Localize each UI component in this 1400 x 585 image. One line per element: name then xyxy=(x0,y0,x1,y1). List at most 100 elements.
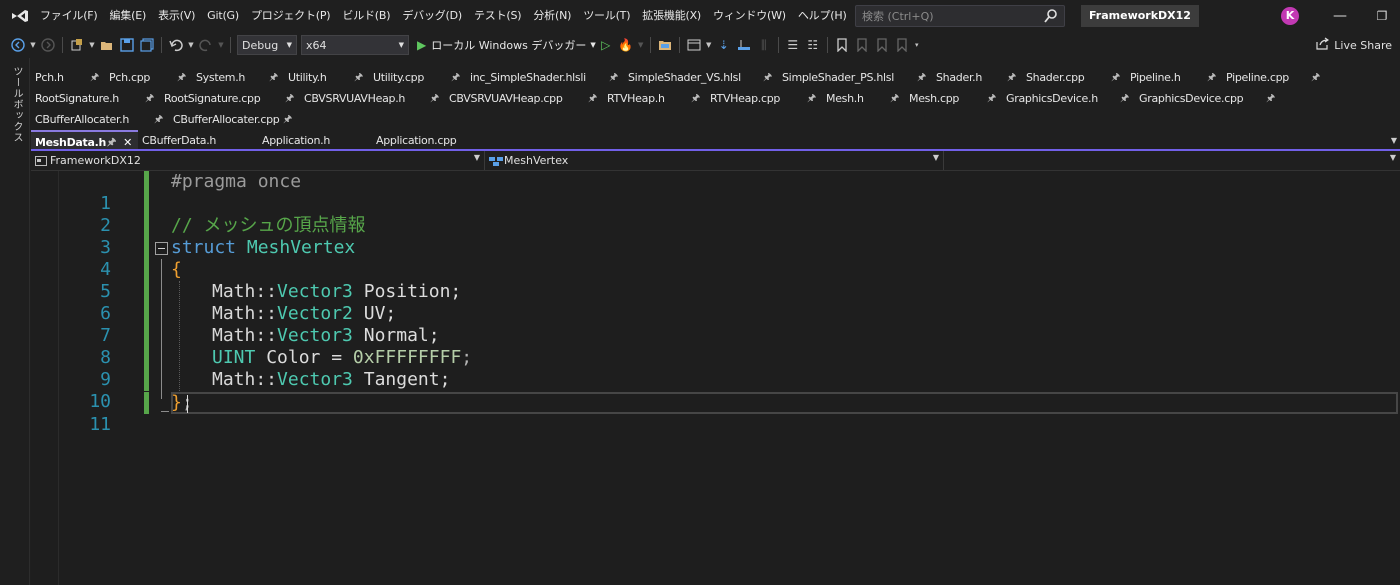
menu-help[interactable]: ヘルプ(H) xyxy=(792,0,853,32)
browse-folder-icon[interactable] xyxy=(656,36,674,54)
pin-icon[interactable]: 🖈 xyxy=(430,88,439,109)
menu-git[interactable]: Git(G) xyxy=(201,0,245,32)
menu-extensions[interactable]: 拡張機能(X) xyxy=(636,0,707,32)
tab-cbufferdata-h[interactable]: CBufferData.h xyxy=(138,130,258,151)
tab-cbufferallocater-h[interactable]: CBufferAllocater.h 🖈 xyxy=(31,109,169,130)
visual-studio-logo-icon[interactable] xyxy=(6,0,34,32)
pin-icon[interactable]: 🖈 xyxy=(177,67,186,88)
navigate-forward-icon[interactable] xyxy=(39,36,57,54)
tab-overflow-dropdown-icon[interactable]: ▼ xyxy=(1391,136,1397,145)
tab-graphicsdevice-cpp[interactable]: GraphicsDevice.cpp 🖈 xyxy=(1135,88,1281,109)
tab-cbvsrvuavheap-cpp[interactable]: CBVSRVUAVHeap.cpp 🖈 xyxy=(445,88,603,109)
pin-icon[interactable]: 🖈 xyxy=(890,88,899,109)
menu-file[interactable]: ファイル(F) xyxy=(34,0,104,32)
menu-build[interactable]: ビルド(B) xyxy=(336,0,396,32)
menu-project[interactable]: プロジェクト(P) xyxy=(245,0,336,32)
comment-lines-icon[interactable]: ☰ xyxy=(784,36,802,54)
tab-inc-simpleshader-hlsli[interactable]: inc_SimpleShader.hlsli 🖈 xyxy=(466,67,624,88)
pin-icon[interactable]: 🖈 xyxy=(917,67,926,88)
step-into-icon[interactable]: ⇣ xyxy=(715,36,733,54)
pin-icon[interactable]: 🖈 xyxy=(1266,88,1275,109)
dropdown-arrow-icon[interactable]: ▼ xyxy=(705,36,713,54)
menu-window[interactable]: ウィンドウ(W) xyxy=(707,0,792,32)
pin-icon[interactable]: 🖈 xyxy=(1207,67,1216,88)
dropdown-arrow-icon[interactable]: ▼ xyxy=(88,36,96,54)
pin-icon[interactable]: 🖈 xyxy=(1111,67,1120,88)
tab-cbvsrvuavheap-h[interactable]: CBVSRVUAVHeap.h 🖈 xyxy=(300,88,445,109)
pin-icon[interactable]: 🖈 xyxy=(987,88,996,109)
format-icon[interactable]: ⫼ xyxy=(755,36,773,54)
tab-cbufferallocater-cpp[interactable]: CBufferAllocater.cpp 🖈 xyxy=(169,109,298,130)
uncomment-lines-icon[interactable]: ☷ xyxy=(804,36,822,54)
tab-simpleshader-vs-hlsl[interactable]: SimpleShader_VS.hlsl 🖈 xyxy=(624,67,778,88)
save-all-icon[interactable] xyxy=(138,36,156,54)
minimize-button[interactable]: — xyxy=(1330,6,1350,26)
window-layout-icon[interactable] xyxy=(685,36,703,54)
solution-platform-select[interactable]: x64 ▼ xyxy=(301,35,409,55)
live-share-button[interactable]: Live Share xyxy=(1316,37,1392,53)
tab-graphicsdevice-h[interactable]: GraphicsDevice.h 🖈 xyxy=(1002,88,1135,109)
account-avatar[interactable]: K xyxy=(1281,7,1299,25)
pin-icon[interactable]: 🖈 xyxy=(807,88,816,109)
pin-icon[interactable]: 🖈 xyxy=(1311,67,1320,88)
dropdown-arrow-icon[interactable]: ▼ xyxy=(29,36,37,54)
search-input[interactable]: 検索 (Ctrl+Q) xyxy=(855,5,1065,27)
tab-pipeline-h[interactable]: Pipeline.h 🖈 xyxy=(1126,67,1222,88)
breakpoint-window-icon[interactable] xyxy=(735,36,753,54)
collapse-region-icon[interactable] xyxy=(155,242,168,255)
menu-test[interactable]: テスト(S) xyxy=(468,0,527,32)
tab-system-h[interactable]: System.h 🖈 xyxy=(192,67,284,88)
menu-edit[interactable]: 編集(E) xyxy=(104,0,153,32)
pin-icon[interactable]: 🖈 xyxy=(609,67,618,88)
clear-bookmarks-icon[interactable] xyxy=(893,36,911,54)
menu-analyze[interactable]: 分析(N) xyxy=(527,0,577,32)
bookmark-icon[interactable] xyxy=(833,36,851,54)
redo-icon[interactable] xyxy=(197,36,215,54)
pin-icon[interactable]: 🖈 xyxy=(145,88,154,109)
tab-pch-h[interactable]: Pch.h 🖈 xyxy=(31,67,105,88)
tab-rtvheap-h[interactable]: RTVHeap.h 🖈 xyxy=(603,88,706,109)
tab-utility-h[interactable]: Utility.h 🖈 xyxy=(284,67,369,88)
hot-reload-icon[interactable]: 🔥 xyxy=(617,36,635,54)
tab-rootsignature-h[interactable]: RootSignature.h 🖈 xyxy=(31,88,160,109)
dropdown-arrow-icon[interactable]: ▼ xyxy=(217,36,225,54)
tab-pipeline-cpp[interactable]: Pipeline.cpp 🖈 xyxy=(1222,67,1326,88)
tab-meshdata-h[interactable]: MeshData.h 🖈 ✕ xyxy=(31,130,138,151)
open-file-icon[interactable] xyxy=(98,36,116,54)
pin-icon[interactable]: 🖈 xyxy=(691,88,700,109)
tab-rtvheap-cpp[interactable]: RTVHeap.cpp 🖈 xyxy=(706,88,822,109)
start-debugging-button[interactable]: ▶ ローカル Windows デバッガー ▼ xyxy=(417,37,596,53)
toolbar-overflow-icon[interactable]: ▾ xyxy=(913,36,921,54)
prev-bookmark-icon[interactable] xyxy=(853,36,871,54)
tab-simpleshader-ps-hlsl[interactable]: SimpleShader_PS.hlsl 🖈 xyxy=(778,67,932,88)
code-editor[interactable]: 1 #pragma once 2 3 // メッシュの頂点情報 4 struct… xyxy=(31,171,1400,585)
navigate-back-icon[interactable] xyxy=(9,36,27,54)
pin-icon[interactable]: 🖈 xyxy=(588,88,597,109)
pin-icon[interactable]: 🖈 xyxy=(451,67,460,88)
tab-application-h[interactable]: Application.h xyxy=(258,130,372,151)
tab-mesh-h[interactable]: Mesh.h 🖈 xyxy=(822,88,905,109)
type-scope-select[interactable]: MeshVertex ▼ xyxy=(485,151,944,170)
pin-icon[interactable]: 🖈 xyxy=(154,109,163,130)
tab-pch-cpp[interactable]: Pch.cpp 🖈 xyxy=(105,67,192,88)
pin-icon[interactable]: 🖈 xyxy=(1120,88,1129,109)
pin-icon[interactable]: 🖈 xyxy=(285,88,294,109)
project-scope-select[interactable]: FrameworkDX12 ▼ xyxy=(31,151,485,170)
undo-icon[interactable] xyxy=(167,36,185,54)
pin-icon[interactable]: 🖈 xyxy=(1007,67,1016,88)
new-project-icon[interactable] xyxy=(68,36,86,54)
pin-icon[interactable]: 🖈 xyxy=(283,109,292,130)
pin-icon[interactable]: 🖈 xyxy=(269,67,278,88)
dropdown-arrow-icon[interactable]: ▼ xyxy=(187,36,195,54)
menu-debug[interactable]: デバッグ(D) xyxy=(396,0,468,32)
pin-icon[interactable]: 🖈 xyxy=(763,67,772,88)
dropdown-arrow-icon[interactable]: ▼ xyxy=(637,36,645,54)
tab-mesh-cpp[interactable]: Mesh.cpp 🖈 xyxy=(905,88,1002,109)
member-scope-select[interactable]: ▼ xyxy=(944,151,1400,170)
tab-application-cpp[interactable]: Application.cpp xyxy=(372,130,497,151)
next-bookmark-icon[interactable] xyxy=(873,36,891,54)
tab-shader-h[interactable]: Shader.h 🖈 xyxy=(932,67,1022,88)
tab-utility-cpp[interactable]: Utility.cpp 🖈 xyxy=(369,67,466,88)
solution-configuration-select[interactable]: Debug ▼ xyxy=(237,35,297,55)
tab-shader-cpp[interactable]: Shader.cpp 🖈 xyxy=(1022,67,1126,88)
